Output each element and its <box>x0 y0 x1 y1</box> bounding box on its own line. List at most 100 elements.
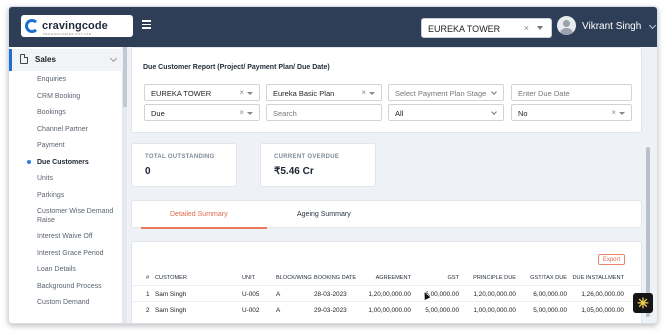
cell-gst: 6,00,000.00 <box>425 291 459 298</box>
sidebar-item-label: Parkings <box>37 192 65 199</box>
app-window: cravingcode TECHNOLOGIES PVT LTD EUREKA … <box>8 6 658 324</box>
sidebar-item-label: Background Process <box>37 283 102 290</box>
sidebar-item-crm-booking[interactable]: CRM Booking <box>9 88 123 105</box>
sidebar-item-due-customers[interactable]: Due Customers <box>9 154 123 171</box>
cell-due-installment: 1,05,00,000.00 <box>581 307 624 314</box>
hamburger-icon[interactable] <box>142 20 151 29</box>
status-select[interactable]: Due × <box>144 104 260 121</box>
all-select[interactable]: All <box>388 104 504 121</box>
sidebar-item-label: Custom Demand <box>37 299 90 306</box>
sidebar-section-label: Sales <box>35 55 56 64</box>
col-header-unit: UNIT <box>242 275 256 281</box>
total-outstanding-card: TOTAL OUTSTANDING 0 <box>131 143 237 187</box>
export-button[interactable]: Export <box>598 254 625 265</box>
cell-booking-date: 29-03-2023 <box>314 307 347 314</box>
sidebar-item-background-process[interactable]: Background Process <box>9 278 123 295</box>
cell-principle-due: 1,00,00,000.00 <box>473 307 516 314</box>
current-overdue-label: CURRENT OVERDUE <box>274 154 340 160</box>
cell-gst-tax-due: 5,00,000.00 <box>533 307 567 314</box>
col-header-due-installment: DUE INSTALLMENT <box>572 275 625 281</box>
caret-down-icon[interactable] <box>619 112 625 115</box>
status-value: Due <box>151 109 165 118</box>
project-filter-value: EUREKA TOWER <box>151 89 212 98</box>
active-dot-icon <box>27 160 31 164</box>
payment-plan-select[interactable]: Eureka Basic Plan × <box>266 84 382 101</box>
sidebar-item-label: Bookings <box>37 109 66 116</box>
current-overdue-value: ₹5.46 Cr <box>274 166 314 177</box>
sidebar-item-customer-wise-demand-raise[interactable]: Customer Wise Demand Raise <box>9 204 123 229</box>
search-placeholder: Search <box>273 109 297 118</box>
logo-text: cravingcode <box>42 19 108 32</box>
filter-card: Due Customer Report (Project/ Payment Pl… <box>131 47 642 133</box>
sidebar-item-bookings[interactable]: Bookings <box>9 105 123 121</box>
due-customers-table-card: Export # CUSTOMER UNIT BLOCK/WING BOOKIN… <box>131 241 643 323</box>
sidebar-item-label: Loan Details <box>37 266 76 273</box>
clear-icon[interactable]: × <box>611 108 616 117</box>
payment-plan-value: Eureka Basic Plan <box>273 89 335 98</box>
total-outstanding-value: 0 <box>145 166 151 177</box>
clear-icon[interactable]: × <box>239 108 244 117</box>
chevron-down-icon[interactable] <box>109 54 118 63</box>
sidebar-item-loan-details[interactable]: Loan Details <box>9 262 123 278</box>
due-date-input[interactable]: Enter Due Date <box>511 84 632 101</box>
caret-down-icon[interactable] <box>247 92 253 95</box>
sidebar-item-custom-demand[interactable]: Custom Demand <box>9 295 123 311</box>
total-outstanding-label: TOTAL OUTSTANDING <box>145 154 215 160</box>
due-date-placeholder: Enter Due Date <box>518 89 570 98</box>
col-header-booking-date: BOOKING DATE <box>314 275 357 281</box>
sidebar-menu: Enquiries CRM Booking Bookings Channel P… <box>9 72 123 311</box>
cell-unit: U-005 <box>242 291 260 298</box>
clear-icon[interactable]: × <box>239 88 244 97</box>
project-select[interactable]: EUREKA TOWER × <box>421 18 552 38</box>
app-logo[interactable]: cravingcode TECHNOLOGIES PVT LTD <box>21 15 133 37</box>
search-input[interactable]: Search <box>266 104 382 121</box>
cell-agreement: 1,20,00,000.00 <box>368 291 411 298</box>
table-header: # CUSTOMER UNIT BLOCK/WING BOOKING DATE … <box>132 275 643 285</box>
cell-block-wing: A <box>276 307 281 314</box>
chevron-down-icon[interactable] <box>491 109 497 115</box>
chevron-down-icon[interactable] <box>648 21 657 30</box>
cell-customer: Sam Singh <box>155 291 187 298</box>
sidebar-section-sales[interactable]: Sales <box>9 49 123 71</box>
cell-principle-due: 1,20,00,000.00 <box>473 291 516 298</box>
sidebar-item-label: Units <box>37 175 53 182</box>
caret-down-icon[interactable] <box>247 112 253 115</box>
settings-spark-icon[interactable]: ✳ <box>633 293 653 313</box>
sidebar-item-label: Payment <box>37 142 65 149</box>
sidebar-item-parkings[interactable]: Parkings <box>9 187 123 204</box>
sidebar-item-interest-waive-off[interactable]: Interest Waive Off <box>9 229 123 245</box>
sidebar-item-interest-grace-period[interactable]: Interest Grace Period <box>9 245 123 262</box>
project-select-value: EUREKA TOWER <box>428 24 501 34</box>
clear-icon[interactable]: × <box>524 23 529 33</box>
user-name[interactable]: Vikrant Singh <box>582 21 641 32</box>
clear-icon[interactable]: × <box>361 88 366 97</box>
user-avatar-icon[interactable] <box>557 16 576 35</box>
sidebar-item-label: Due Customers <box>37 159 89 166</box>
sidebar-item-label: Enquiries <box>37 76 67 83</box>
cell-index: 2 <box>146 307 150 314</box>
current-overdue-card: CURRENT OVERDUE ₹5.46 Cr <box>260 143 376 187</box>
sidebar-item-label: Interest Grace Period <box>37 250 104 257</box>
caret-down-icon[interactable] <box>537 26 543 30</box>
sidebar-item-units[interactable]: Units <box>9 171 123 187</box>
payment-plan-stage-select[interactable]: Select Payment Plan Stage <box>388 84 504 101</box>
sidebar-item-channel-partner[interactable]: Channel Partner <box>9 121 123 138</box>
main-scrollbar[interactable] <box>645 47 651 323</box>
no-select-value: No <box>518 109 528 118</box>
sidebar-item-label: CRM Booking <box>37 93 81 100</box>
table-row[interactable]: 1 Sam Singh U-005 A 28-03-2023 1,20,00,0… <box>132 285 643 301</box>
active-tab-indicator <box>141 227 267 229</box>
caret-down-icon[interactable] <box>369 92 375 95</box>
sidebar-item-payment[interactable]: Payment <box>9 138 123 154</box>
top-navbar: cravingcode TECHNOLOGIES PVT LTD EUREKA … <box>9 7 657 47</box>
chevron-down-icon[interactable] <box>491 89 497 95</box>
no-select[interactable]: No × <box>511 104 632 121</box>
table-row[interactable]: 2 Sam Singh U-002 A 29-03-2023 1,00,00,0… <box>132 301 643 317</box>
tab-detailed-summary[interactable]: Detailed Summary <box>170 211 228 218</box>
tab-ageing-summary[interactable]: Ageing Summary <box>297 211 351 218</box>
project-filter-select[interactable]: EUREKA TOWER × <box>144 84 260 101</box>
sidebar-scrollbar[interactable] <box>123 47 127 323</box>
summary-tabs: Detailed Summary Ageing Summary <box>131 200 642 229</box>
cell-due-installment: 1,26,00,000.00 <box>581 291 624 298</box>
sidebar-item-enquiries[interactable]: Enquiries <box>9 72 123 88</box>
